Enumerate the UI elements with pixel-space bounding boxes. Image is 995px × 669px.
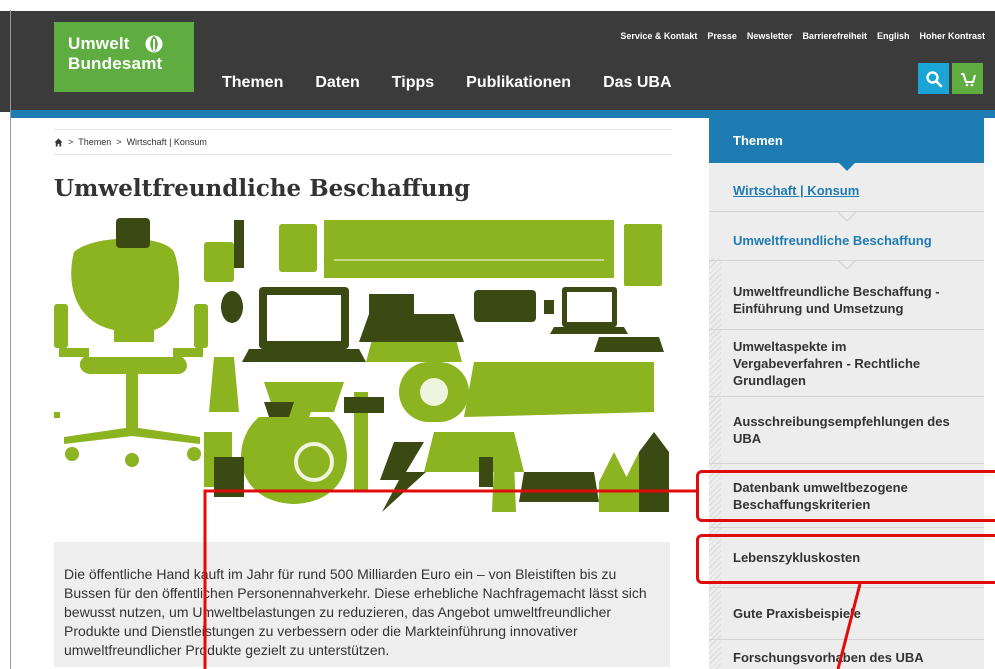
top-link-english[interactable]: English: [877, 31, 910, 41]
logo-line-2: Bundesamt: [68, 54, 163, 73]
annotation-box-lebenszykluskosten: [696, 534, 995, 584]
breadcrumb-separator: >: [68, 137, 74, 147]
breadcrumb-separator: >: [116, 137, 122, 147]
top-link-service[interactable]: Service & Kontakt: [620, 31, 697, 41]
nav-tipps[interactable]: Tipps: [392, 74, 434, 92]
sidebar-item-ausschreibungsempfehlungen[interactable]: Ausschreibungsempfehlungen des UBA: [709, 397, 984, 464]
header-accent-stripe: [10, 110, 995, 118]
cart-icon: [960, 72, 976, 86]
breadcrumb-item-wirtschaft[interactable]: Wirtschaft | Konsum: [127, 137, 207, 147]
intro-box: Die öffentliche Hand kauft im Jahr für r…: [54, 542, 670, 667]
page-border: [10, 10, 11, 669]
procurement-illustration: [54, 218, 669, 512]
nav-das-uba[interactable]: Das UBA: [603, 74, 671, 92]
office-chair-icon: [54, 238, 208, 467]
page-title: Umweltfreundliche Beschaffung: [54, 175, 471, 202]
breadcrumb-item-themen[interactable]: Themen: [78, 137, 111, 147]
leaf-globe-icon: [145, 35, 163, 53]
main-navigation: Themen Daten Tipps Publikationen Das UBA: [222, 74, 704, 92]
search-button[interactable]: [918, 63, 949, 94]
service-links: Service & Kontakt Presse Newsletter Barr…: [620, 31, 985, 41]
nav-publikationen[interactable]: Publikationen: [466, 74, 571, 92]
site-logo[interactable]: Umwelt Bundesamt: [54, 22, 194, 92]
top-link-presse[interactable]: Presse: [707, 31, 737, 41]
sidebar-item-vergabeverfahren[interactable]: Umweltaspekte im Vergabeverfahren - Rech…: [709, 330, 984, 397]
nav-daten[interactable]: Daten: [315, 74, 359, 92]
sidebar-item-wirtschaft-konsum[interactable]: Wirtschaft | Konsum: [709, 170, 984, 212]
ruler-icon: [324, 220, 614, 278]
top-link-barrierefreiheit[interactable]: Barrierefreiheit: [802, 31, 867, 41]
logo-line-1: Umwelt: [68, 34, 130, 53]
sidebar-item-gute-praxisbeispiele[interactable]: Gute Praxisbeispiele: [709, 588, 984, 640]
annotation-box-datenbank: [696, 470, 995, 522]
top-link-high-contrast[interactable]: Hoher Kontrast: [919, 31, 985, 41]
sidebar-item-forschungsvorhaben[interactable]: Forschungsvorhaben des UBA: [709, 640, 984, 669]
chevron-down-icon: [838, 212, 856, 221]
search-icon: [925, 70, 942, 87]
top-link-newsletter[interactable]: Newsletter: [747, 31, 793, 41]
breadcrumb: > Themen > Wirtschaft | Konsum: [54, 129, 672, 155]
cart-button[interactable]: [952, 63, 983, 94]
nav-themen[interactable]: Themen: [222, 74, 283, 92]
home-icon[interactable]: [54, 137, 63, 147]
sidebar-item-umweltfreundliche-beschaffung[interactable]: Umweltfreundliche Beschaffung: [709, 221, 984, 261]
intro-text: Die öffentliche Hand kauft im Jahr für r…: [64, 566, 647, 658]
sidebar-heading[interactable]: Themen: [709, 118, 984, 163]
sidebar-item-einfuehrung[interactable]: Umweltfreundliche Beschaffung - Einführu…: [709, 270, 984, 330]
chevron-down-icon: [838, 260, 856, 269]
